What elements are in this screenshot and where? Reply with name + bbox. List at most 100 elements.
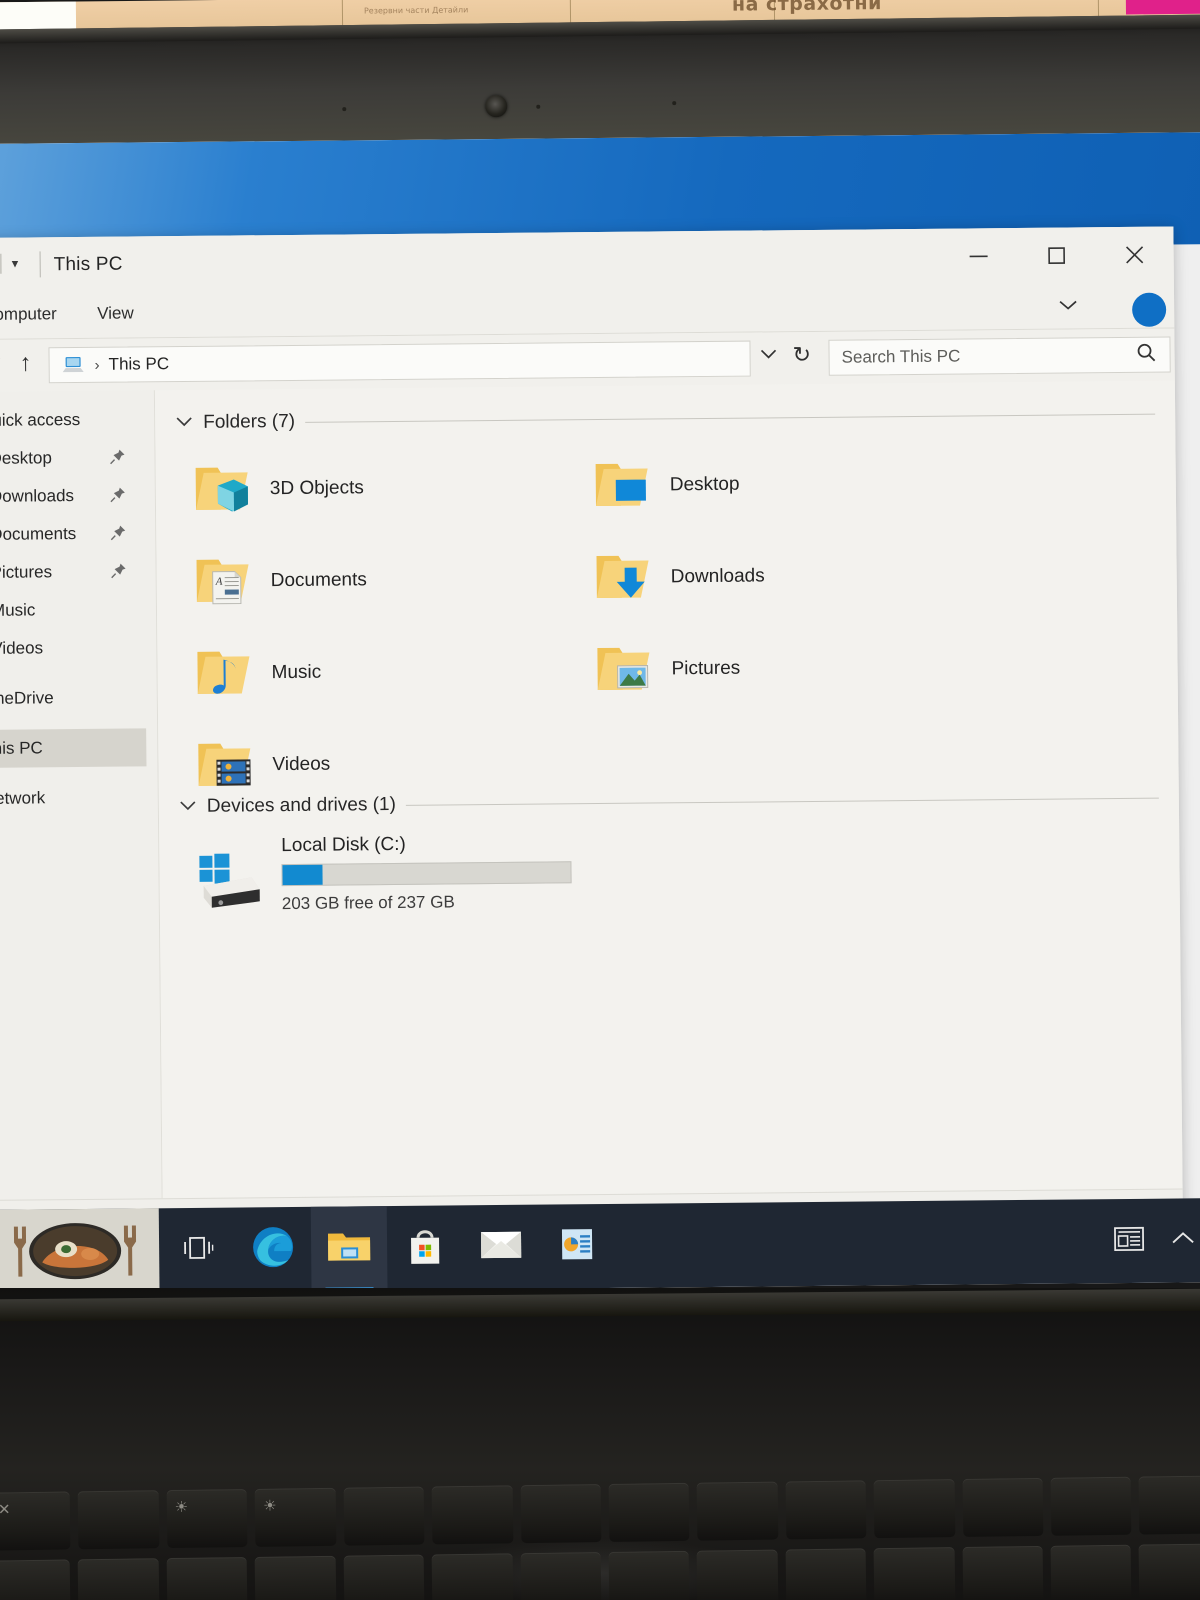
- sidebar-item-this-pc[interactable]: This PC: [0, 728, 147, 769]
- sidebar-label-desktop: Desktop: [0, 448, 52, 468]
- ribbon-expand-chevron-down-icon[interactable]: [1057, 297, 1079, 316]
- sidebar-label-quick-access: Quick access: [0, 409, 81, 430]
- photo-of-laptop-screen: Резервни части Детайли на страхотни Secu…: [0, 0, 1200, 1600]
- office-button[interactable]: [539, 1204, 616, 1289]
- key-5[interactable]: [431, 1553, 513, 1600]
- keyboard-row-function[interactable]: ✕ ☀ ☀: [0, 1475, 1200, 1551]
- key-f5[interactable]: [431, 1485, 513, 1545]
- maximize-button[interactable]: [1017, 227, 1096, 284]
- up-button[interactable]: ↑: [19, 349, 31, 377]
- close-button[interactable]: [1095, 226, 1174, 283]
- folder-item-desktop[interactable]: Desktop: [589, 438, 1010, 530]
- recent-locations-chevron-down-icon[interactable]: [0, 354, 3, 373]
- pin-icon[interactable]: [109, 524, 127, 547]
- folder-item-music[interactable]: Music: [191, 626, 612, 718]
- show-hidden-icons-chevron-up-icon[interactable]: [1169, 1229, 1197, 1252]
- sidebar-item-network[interactable]: Network: [0, 778, 158, 818]
- tab-computer[interactable]: Computer: [0, 304, 57, 325]
- key-delete[interactable]: [1139, 1475, 1200, 1535]
- folder-label-music: Music: [271, 661, 322, 684]
- window-controls[interactable]: [939, 226, 1174, 284]
- sidebar-item-desktop[interactable]: Desktop: [0, 438, 155, 478]
- sidebar-item-videos[interactable]: Videos: [0, 628, 157, 668]
- file-explorer-window[interactable]: ▾ This PC Computer View ↑ › This PC ↻ Se…: [0, 226, 1184, 1294]
- key-f11[interactable]: [962, 1477, 1044, 1538]
- address-bar[interactable]: › This PC: [48, 340, 751, 384]
- key-glyph-brightness-up: ☀: [263, 1496, 277, 1515]
- navigation-pane[interactable]: Quick access Desktop Downloads Documents…: [0, 390, 163, 1201]
- key-f9[interactable]: [785, 1480, 867, 1540]
- sidebar-item-pictures[interactable]: Pictures: [0, 552, 156, 592]
- key-3[interactable]: [254, 1555, 337, 1600]
- task-view-button[interactable]: [159, 1208, 236, 1293]
- key-f12[interactable]: [1050, 1476, 1132, 1536]
- file-explorer-button[interactable]: [310, 1206, 388, 1291]
- sidebar-item-documents[interactable]: Documents: [0, 514, 155, 554]
- pin-icon[interactable]: [110, 562, 128, 585]
- sidebar-label-onedrive: OneDrive: [0, 688, 54, 708]
- key-9[interactable]: [785, 1548, 867, 1600]
- key-esc[interactable]: ✕: [0, 1491, 71, 1551]
- key-f6[interactable]: [520, 1484, 602, 1544]
- pin-icon[interactable]: [108, 448, 126, 471]
- folder-item-downloads[interactable]: Downloads: [590, 530, 1011, 622]
- keyboard-row-numbers[interactable]: [0, 1543, 1200, 1600]
- news-and-interests-icon[interactable]: [1113, 1224, 1147, 1257]
- key-f7[interactable]: [608, 1482, 690, 1542]
- edge-button[interactable]: [235, 1207, 312, 1292]
- refresh-button[interactable]: ↻: [792, 342, 811, 368]
- content-pane[interactable]: Folders (7) 3D Objects Desktop A Documen…: [154, 380, 1183, 1199]
- minimize-button[interactable]: [939, 228, 1018, 285]
- key-minus[interactable]: [962, 1545, 1044, 1600]
- key-f4[interactable]: [343, 1486, 425, 1546]
- mail-button[interactable]: [463, 1205, 540, 1290]
- key-8[interactable]: [696, 1549, 779, 1600]
- drive-item-local-disk-c[interactable]: Local Disk (C:) 203 GB free of 237 GB: [193, 829, 664, 915]
- tab-view[interactable]: View: [97, 303, 134, 323]
- key-1[interactable]: [78, 1558, 160, 1600]
- collapse-chevron-down-icon[interactable]: [175, 414, 193, 432]
- address-dropdown-chevron-down-icon[interactable]: [758, 346, 778, 365]
- key-glyph-x: ✕: [0, 1500, 11, 1519]
- key-f2[interactable]: ☀: [166, 1488, 248, 1549]
- folder-downloads-icon: [590, 547, 655, 608]
- microphone-dot-right: [672, 101, 677, 106]
- key-f8[interactable]: [696, 1481, 779, 1541]
- search-icon[interactable]: [1135, 341, 1157, 368]
- key-f3[interactable]: ☀: [254, 1487, 337, 1547]
- folders-group-header[interactable]: Folders (7): [155, 402, 1175, 434]
- key-4[interactable]: [343, 1554, 425, 1600]
- key-f1[interactable]: [78, 1490, 160, 1550]
- cortana-search-tile[interactable]: [0, 1208, 160, 1294]
- pin-icon[interactable]: [109, 486, 127, 509]
- key-backspace[interactable]: [1139, 1543, 1200, 1600]
- folder-item-pictures[interactable]: Pictures: [591, 622, 1012, 714]
- system-menu-icon[interactable]: [0, 253, 2, 274]
- system-tray[interactable]: [1113, 1224, 1200, 1258]
- help-button[interactable]: [1131, 292, 1167, 327]
- breadcrumb-this-pc[interactable]: This PC: [109, 354, 170, 375]
- sidebar-item-onedrive[interactable]: OneDrive: [0, 678, 157, 718]
- edge-icon: [250, 1223, 296, 1274]
- key-equals[interactable]: [1050, 1544, 1132, 1600]
- search-input[interactable]: Search This PC: [842, 345, 1136, 368]
- folder-item-3d-objects[interactable]: 3D Objects: [189, 442, 610, 534]
- microsoft-store-button[interactable]: [387, 1205, 464, 1290]
- sidebar-item-music[interactable]: Music: [0, 590, 156, 630]
- sidebar-item-downloads[interactable]: Downloads: [0, 476, 155, 516]
- key-6[interactable]: [520, 1552, 602, 1600]
- folders-group-title: Folders (7): [203, 410, 296, 433]
- key-7[interactable]: [608, 1550, 690, 1600]
- sidebar-item-quick-access[interactable]: Quick access: [0, 400, 154, 440]
- collapse-chevron-down-icon[interactable]: [179, 798, 197, 816]
- quick-access-toolbar[interactable]: ▾: [0, 253, 19, 274]
- quick-access-chevron-down-icon[interactable]: ▾: [12, 256, 19, 272]
- key-tilde[interactable]: [0, 1559, 71, 1600]
- taskbar[interactable]: [0, 1198, 1200, 1294]
- key-0[interactable]: [873, 1547, 956, 1600]
- folder-item-documents[interactable]: A Documents: [190, 534, 611, 626]
- key-2[interactable]: [166, 1556, 248, 1600]
- search-box[interactable]: Search This PC: [828, 336, 1171, 376]
- key-f10[interactable]: [873, 1479, 956, 1539]
- group-divider-line: [305, 413, 1156, 423]
